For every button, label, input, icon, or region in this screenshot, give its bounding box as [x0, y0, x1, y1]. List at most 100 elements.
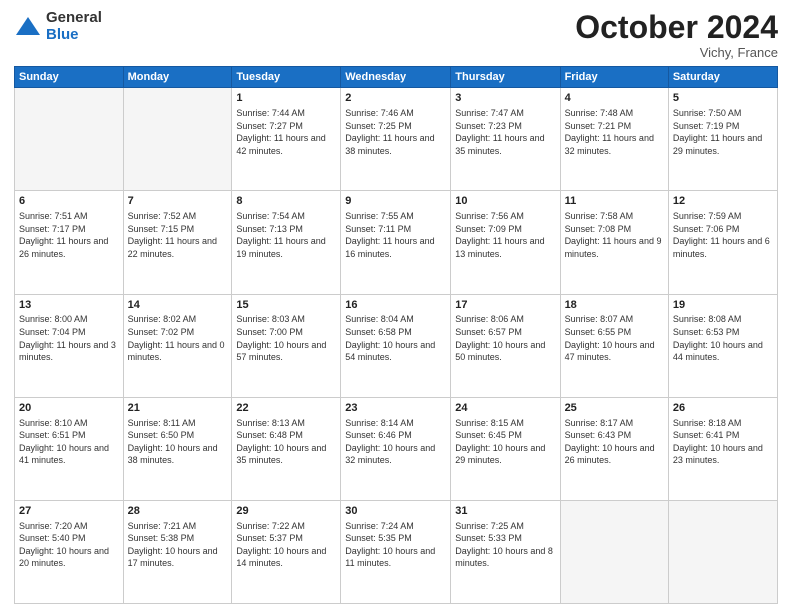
day-info: Sunrise: 7:24 AMSunset: 5:35 PMDaylight:… [345, 520, 446, 570]
day-info: Sunrise: 7:44 AMSunset: 7:27 PMDaylight:… [236, 107, 336, 157]
calendar-week-row: 6Sunrise: 7:51 AMSunset: 7:17 PMDaylight… [15, 191, 778, 294]
day-number: 12 [673, 194, 773, 209]
weekday-header: Sunday [15, 67, 124, 88]
calendar-week-row: 27Sunrise: 7:20 AMSunset: 5:40 PMDayligh… [15, 500, 778, 603]
day-number: 3 [455, 91, 555, 106]
calendar-cell: 2Sunrise: 7:46 AMSunset: 7:25 PMDaylight… [341, 88, 451, 191]
calendar-cell: 3Sunrise: 7:47 AMSunset: 7:23 PMDaylight… [451, 88, 560, 191]
calendar-cell: 8Sunrise: 7:54 AMSunset: 7:13 PMDaylight… [232, 191, 341, 294]
calendar-cell: 25Sunrise: 8:17 AMSunset: 6:43 PMDayligh… [560, 397, 668, 500]
calendar-cell: 9Sunrise: 7:55 AMSunset: 7:11 PMDaylight… [341, 191, 451, 294]
day-info: Sunrise: 7:59 AMSunset: 7:06 PMDaylight:… [673, 210, 773, 260]
logo-text: General Blue [46, 10, 102, 43]
day-info: Sunrise: 7:21 AMSunset: 5:38 PMDaylight:… [128, 520, 228, 570]
day-number: 29 [236, 504, 336, 519]
day-info: Sunrise: 8:02 AMSunset: 7:02 PMDaylight:… [128, 313, 228, 363]
weekday-header: Saturday [668, 67, 777, 88]
calendar-cell: 17Sunrise: 8:06 AMSunset: 6:57 PMDayligh… [451, 294, 560, 397]
day-info: Sunrise: 8:00 AMSunset: 7:04 PMDaylight:… [19, 313, 119, 363]
weekday-header: Friday [560, 67, 668, 88]
day-info: Sunrise: 7:58 AMSunset: 7:08 PMDaylight:… [565, 210, 664, 260]
calendar-cell [15, 88, 124, 191]
calendar-week-row: 1Sunrise: 7:44 AMSunset: 7:27 PMDaylight… [15, 88, 778, 191]
day-info: Sunrise: 8:07 AMSunset: 6:55 PMDaylight:… [565, 313, 664, 363]
day-info: Sunrise: 8:04 AMSunset: 6:58 PMDaylight:… [345, 313, 446, 363]
day-number: 27 [19, 504, 119, 519]
day-number: 30 [345, 504, 446, 519]
title-block: October 2024 Vichy, France [575, 10, 778, 60]
day-number: 19 [673, 298, 773, 313]
calendar-cell: 12Sunrise: 7:59 AMSunset: 7:06 PMDayligh… [668, 191, 777, 294]
day-number: 23 [345, 401, 446, 416]
day-info: Sunrise: 7:55 AMSunset: 7:11 PMDaylight:… [345, 210, 446, 260]
day-info: Sunrise: 8:15 AMSunset: 6:45 PMDaylight:… [455, 417, 555, 467]
day-number: 1 [236, 91, 336, 106]
calendar-cell: 10Sunrise: 7:56 AMSunset: 7:09 PMDayligh… [451, 191, 560, 294]
day-number: 26 [673, 401, 773, 416]
day-info: Sunrise: 8:06 AMSunset: 6:57 PMDaylight:… [455, 313, 555, 363]
calendar-cell: 28Sunrise: 7:21 AMSunset: 5:38 PMDayligh… [123, 500, 232, 603]
calendar-week-row: 13Sunrise: 8:00 AMSunset: 7:04 PMDayligh… [15, 294, 778, 397]
calendar-cell: 23Sunrise: 8:14 AMSunset: 6:46 PMDayligh… [341, 397, 451, 500]
day-number: 5 [673, 91, 773, 106]
day-info: Sunrise: 7:47 AMSunset: 7:23 PMDaylight:… [455, 107, 555, 157]
calendar-cell: 21Sunrise: 8:11 AMSunset: 6:50 PMDayligh… [123, 397, 232, 500]
calendar-cell: 31Sunrise: 7:25 AMSunset: 5:33 PMDayligh… [451, 500, 560, 603]
calendar-cell: 24Sunrise: 8:15 AMSunset: 6:45 PMDayligh… [451, 397, 560, 500]
header: General Blue October 2024 Vichy, France [14, 10, 778, 60]
day-number: 25 [565, 401, 664, 416]
day-number: 17 [455, 298, 555, 313]
weekday-header: Wednesday [341, 67, 451, 88]
day-number: 2 [345, 91, 446, 106]
day-number: 8 [236, 194, 336, 209]
calendar-cell: 27Sunrise: 7:20 AMSunset: 5:40 PMDayligh… [15, 500, 124, 603]
calendar-cell [668, 500, 777, 603]
calendar-cell: 26Sunrise: 8:18 AMSunset: 6:41 PMDayligh… [668, 397, 777, 500]
day-number: 31 [455, 504, 555, 519]
calendar-cell: 4Sunrise: 7:48 AMSunset: 7:21 PMDaylight… [560, 88, 668, 191]
logo-icon [14, 13, 42, 41]
calendar-cell: 11Sunrise: 7:58 AMSunset: 7:08 PMDayligh… [560, 191, 668, 294]
calendar-cell: 7Sunrise: 7:52 AMSunset: 7:15 PMDaylight… [123, 191, 232, 294]
calendar-cell [560, 500, 668, 603]
day-number: 22 [236, 401, 336, 416]
day-number: 10 [455, 194, 555, 209]
calendar-cell: 5Sunrise: 7:50 AMSunset: 7:19 PMDaylight… [668, 88, 777, 191]
location: Vichy, France [575, 45, 778, 60]
page: General Blue October 2024 Vichy, France … [0, 0, 792, 612]
calendar: SundayMondayTuesdayWednesdayThursdayFrid… [14, 66, 778, 604]
calendar-cell: 22Sunrise: 8:13 AMSunset: 6:48 PMDayligh… [232, 397, 341, 500]
logo: General Blue [14, 10, 102, 43]
logo-blue: Blue [46, 27, 102, 44]
day-info: Sunrise: 8:17 AMSunset: 6:43 PMDaylight:… [565, 417, 664, 467]
day-number: 16 [345, 298, 446, 313]
calendar-cell: 16Sunrise: 8:04 AMSunset: 6:58 PMDayligh… [341, 294, 451, 397]
day-number: 11 [565, 194, 664, 209]
day-info: Sunrise: 7:48 AMSunset: 7:21 PMDaylight:… [565, 107, 664, 157]
calendar-cell: 1Sunrise: 7:44 AMSunset: 7:27 PMDaylight… [232, 88, 341, 191]
day-info: Sunrise: 8:14 AMSunset: 6:46 PMDaylight:… [345, 417, 446, 467]
day-number: 15 [236, 298, 336, 313]
calendar-week-row: 20Sunrise: 8:10 AMSunset: 6:51 PMDayligh… [15, 397, 778, 500]
day-info: Sunrise: 7:20 AMSunset: 5:40 PMDaylight:… [19, 520, 119, 570]
calendar-cell: 14Sunrise: 8:02 AMSunset: 7:02 PMDayligh… [123, 294, 232, 397]
day-number: 7 [128, 194, 228, 209]
day-info: Sunrise: 7:22 AMSunset: 5:37 PMDaylight:… [236, 520, 336, 570]
calendar-cell: 19Sunrise: 8:08 AMSunset: 6:53 PMDayligh… [668, 294, 777, 397]
day-info: Sunrise: 8:10 AMSunset: 6:51 PMDaylight:… [19, 417, 119, 467]
day-number: 18 [565, 298, 664, 313]
day-number: 21 [128, 401, 228, 416]
day-number: 20 [19, 401, 119, 416]
day-info: Sunrise: 7:54 AMSunset: 7:13 PMDaylight:… [236, 210, 336, 260]
calendar-cell: 20Sunrise: 8:10 AMSunset: 6:51 PMDayligh… [15, 397, 124, 500]
day-info: Sunrise: 8:11 AMSunset: 6:50 PMDaylight:… [128, 417, 228, 467]
day-info: Sunrise: 7:56 AMSunset: 7:09 PMDaylight:… [455, 210, 555, 260]
day-number: 6 [19, 194, 119, 209]
day-info: Sunrise: 8:03 AMSunset: 7:00 PMDaylight:… [236, 313, 336, 363]
month-title: October 2024 [575, 10, 778, 45]
calendar-cell: 30Sunrise: 7:24 AMSunset: 5:35 PMDayligh… [341, 500, 451, 603]
day-number: 13 [19, 298, 119, 313]
day-info: Sunrise: 8:13 AMSunset: 6:48 PMDaylight:… [236, 417, 336, 467]
day-number: 4 [565, 91, 664, 106]
day-number: 14 [128, 298, 228, 313]
